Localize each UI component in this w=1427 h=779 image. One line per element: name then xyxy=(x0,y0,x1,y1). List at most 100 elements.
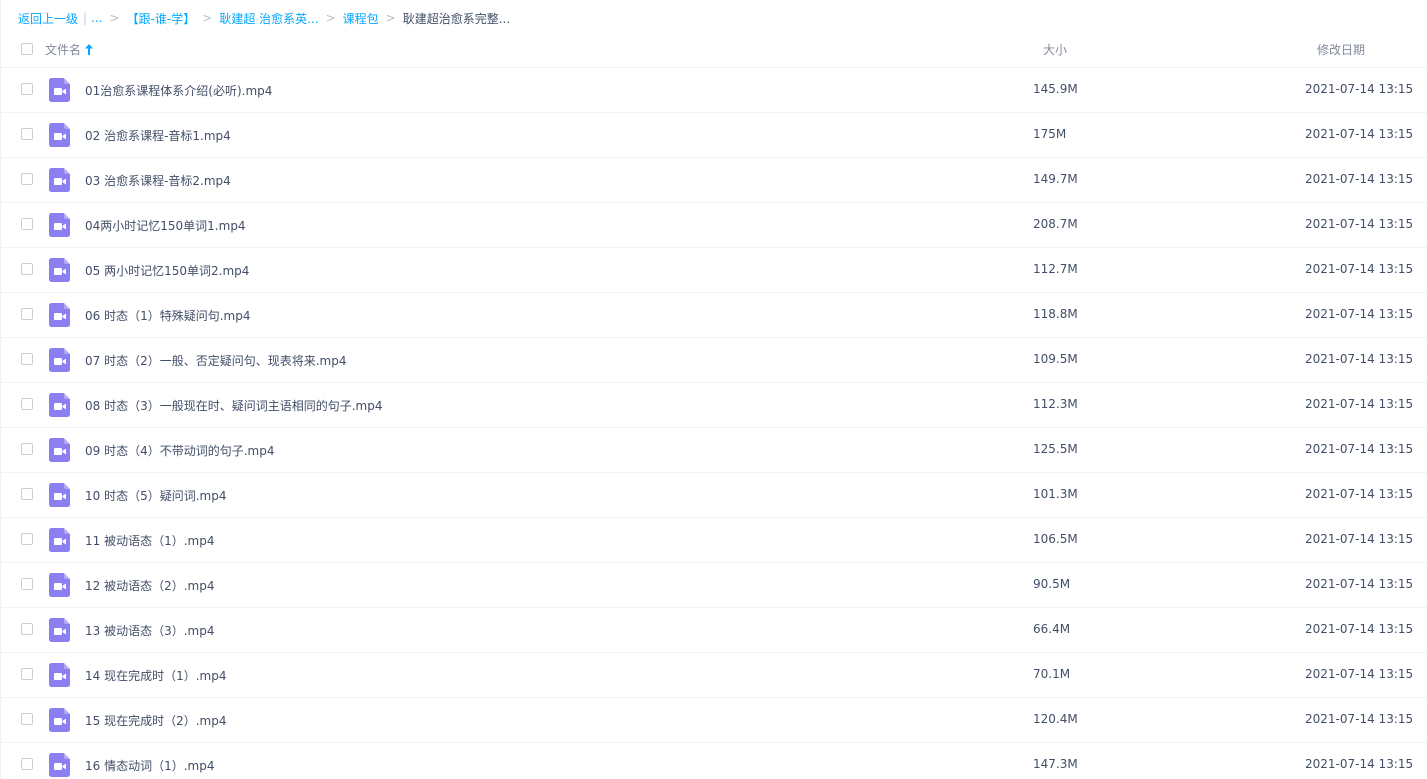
file-size: 120.4M xyxy=(1033,712,1078,726)
file-modified-date: 2021-07-14 13:15 xyxy=(1305,667,1414,681)
file-name[interactable]: 13 被动语态（3）.mp4 xyxy=(85,622,214,639)
table-row[interactable]: 16 情态动词（1）.mp4 147.3M 2021-07-14 13:15 xyxy=(1,743,1427,779)
row-checkbox[interactable] xyxy=(21,353,33,365)
video-file-icon xyxy=(49,753,70,777)
video-file-icon xyxy=(49,303,70,327)
file-size: 118.8M xyxy=(1033,307,1078,321)
file-size: 112.3M xyxy=(1033,397,1078,411)
row-checkbox[interactable] xyxy=(21,668,33,680)
file-size: 208.7M xyxy=(1033,217,1078,231)
file-modified-date: 2021-07-14 13:15 xyxy=(1305,352,1414,366)
file-size: 66.4M xyxy=(1033,622,1071,636)
file-size: 109.5M xyxy=(1033,352,1078,366)
table-row[interactable]: 06 时态（1）特殊疑问句.mp4 118.8M 2021-07-14 13:15 xyxy=(1,293,1427,338)
file-modified-date: 2021-07-14 13:15 xyxy=(1305,487,1414,501)
arrow-up-icon xyxy=(85,44,94,55)
file-name[interactable]: 09 时态（4）不带动词的句子.mp4 xyxy=(85,442,274,459)
video-file-icon xyxy=(49,78,70,102)
video-file-icon xyxy=(49,348,70,372)
table-row[interactable]: 04两小时记忆150单词1.mp4 208.7M 2021-07-14 13:15 xyxy=(1,203,1427,248)
breadcrumb-item-genshuixue[interactable]: 【跟-谁-学】 xyxy=(127,10,196,27)
file-modified-date: 2021-07-14 13:15 xyxy=(1305,82,1414,96)
table-row[interactable]: 02 治愈系课程-音标1.mp4 175M 2021-07-14 13:15 xyxy=(1,113,1427,158)
file-list-header: 文件名 大小 修改日期 xyxy=(1,30,1427,68)
file-size: 112.7M xyxy=(1033,262,1078,276)
file-modified-date: 2021-07-14 13:15 xyxy=(1305,397,1414,411)
file-modified-date: 2021-07-14 13:15 xyxy=(1305,127,1414,141)
file-modified-date: 2021-07-14 13:15 xyxy=(1305,712,1414,726)
file-name[interactable]: 08 时态（3）一般现在时、疑问词主语相同的句子.mp4 xyxy=(85,397,382,414)
row-checkbox[interactable] xyxy=(21,263,33,275)
file-name[interactable]: 01治愈系课程体系介绍(必听).mp4 xyxy=(85,82,272,99)
chevron-right-icon: > xyxy=(385,11,396,25)
breadcrumb-divider: | xyxy=(83,11,88,25)
table-row[interactable]: 15 现在完成时（2）.mp4 120.4M 2021-07-14 13:15 xyxy=(1,698,1427,743)
file-name[interactable]: 04两小时记忆150单词1.mp4 xyxy=(85,217,246,234)
file-size: 106.5M xyxy=(1033,532,1078,546)
video-file-icon xyxy=(49,573,70,597)
row-checkbox[interactable] xyxy=(21,308,33,320)
file-name[interactable]: 11 被动语态（1）.mp4 xyxy=(85,532,214,549)
breadcrumb-item-course[interactable]: 耿建超 治愈系英... xyxy=(219,10,318,27)
file-modified-date: 2021-07-14 13:15 xyxy=(1305,442,1414,456)
table-row[interactable]: 10 时态（5）疑问词.mp4 101.3M 2021-07-14 13:15 xyxy=(1,473,1427,518)
row-checkbox[interactable] xyxy=(21,83,33,95)
file-name[interactable]: 02 治愈系课程-音标1.mp4 xyxy=(85,127,231,144)
video-file-icon xyxy=(49,438,70,462)
table-row[interactable]: 03 治愈系课程-音标2.mp4 149.7M 2021-07-14 13:15 xyxy=(1,158,1427,203)
video-file-icon xyxy=(49,528,70,552)
select-all-checkbox[interactable] xyxy=(21,43,33,55)
table-row[interactable]: 11 被动语态（1）.mp4 106.5M 2021-07-14 13:15 xyxy=(1,518,1427,563)
file-name[interactable]: 12 被动语态（2）.mp4 xyxy=(85,577,214,594)
table-row[interactable]: 01治愈系课程体系介绍(必听).mp4 145.9M 2021-07-14 13:1… xyxy=(1,68,1427,113)
file-name[interactable]: 06 时态（1）特殊疑问句.mp4 xyxy=(85,307,250,324)
file-size: 101.3M xyxy=(1033,487,1078,501)
column-header-size[interactable]: 大小 xyxy=(1043,41,1067,58)
table-row[interactable]: 14 现在完成时（1）.mp4 70.1M 2021-07-14 13:15 xyxy=(1,653,1427,698)
table-row[interactable]: 12 被动语态（2）.mp4 90.5M 2021-07-14 13:15 xyxy=(1,563,1427,608)
row-checkbox[interactable] xyxy=(21,173,33,185)
file-list: 01治愈系课程体系介绍(必听).mp4 145.9M 2021-07-14 13:1… xyxy=(1,68,1427,779)
breadcrumb-item-course-pack[interactable]: 课程包 xyxy=(343,10,379,27)
row-checkbox[interactable] xyxy=(21,578,33,590)
file-size: 175M xyxy=(1033,127,1067,141)
file-size: 147.3M xyxy=(1033,757,1078,771)
row-checkbox[interactable] xyxy=(21,443,33,455)
table-row[interactable]: 09 时态（4）不带动词的句子.mp4 125.5M 2021-07-14 13:1… xyxy=(1,428,1427,473)
file-modified-date: 2021-07-14 13:15 xyxy=(1305,622,1414,636)
file-name[interactable]: 15 现在完成时（2）.mp4 xyxy=(85,712,226,729)
row-checkbox[interactable] xyxy=(21,128,33,140)
chevron-right-icon: > xyxy=(202,11,213,25)
breadcrumb-ellipsis[interactable]: ... xyxy=(91,11,102,25)
table-row[interactable]: 08 时态（3）一般现在时、疑问词主语相同的句子.mp4 112.3M 2021-0… xyxy=(1,383,1427,428)
video-file-icon xyxy=(49,663,70,687)
row-checkbox[interactable] xyxy=(21,398,33,410)
video-file-icon xyxy=(49,393,70,417)
row-checkbox[interactable] xyxy=(21,623,33,635)
chevron-right-icon: > xyxy=(325,11,336,25)
file-modified-date: 2021-07-14 13:15 xyxy=(1305,532,1414,546)
back-link[interactable]: 返回上一级 xyxy=(18,10,78,27)
table-row[interactable]: 05 两小时记忆150单词2.mp4 112.7M 2021-07-14 13:15 xyxy=(1,248,1427,293)
file-name[interactable]: 16 情态动词（1）.mp4 xyxy=(85,757,214,774)
file-size: 149.7M xyxy=(1033,172,1078,186)
video-file-icon xyxy=(49,258,70,282)
file-name[interactable]: 03 治愈系课程-音标2.mp4 xyxy=(85,172,231,189)
table-row[interactable]: 07 时态（2）一般、否定疑问句、现表将来.mp4 109.5M 2021-07-1… xyxy=(1,338,1427,383)
table-row[interactable]: 13 被动语态（3）.mp4 66.4M 2021-07-14 13:15 xyxy=(1,608,1427,653)
file-modified-date: 2021-07-14 13:15 xyxy=(1305,307,1414,321)
row-checkbox[interactable] xyxy=(21,218,33,230)
row-checkbox[interactable] xyxy=(21,533,33,545)
sort-by-name[interactable]: 文件名 xyxy=(45,41,94,58)
row-checkbox[interactable] xyxy=(21,488,33,500)
row-checkbox[interactable] xyxy=(21,713,33,725)
file-name[interactable]: 05 两小时记忆150单词2.mp4 xyxy=(85,262,249,279)
file-name[interactable]: 14 现在完成时（1）.mp4 xyxy=(85,667,226,684)
row-checkbox[interactable] xyxy=(21,758,33,770)
file-modified-date: 2021-07-14 13:15 xyxy=(1305,217,1414,231)
file-name[interactable]: 10 时态（5）疑问词.mp4 xyxy=(85,487,226,504)
file-name[interactable]: 07 时态（2）一般、否定疑问句、现表将来.mp4 xyxy=(85,352,346,369)
video-file-icon xyxy=(49,123,70,147)
file-size: 125.5M xyxy=(1033,442,1078,456)
column-header-date[interactable]: 修改日期 xyxy=(1317,41,1365,58)
